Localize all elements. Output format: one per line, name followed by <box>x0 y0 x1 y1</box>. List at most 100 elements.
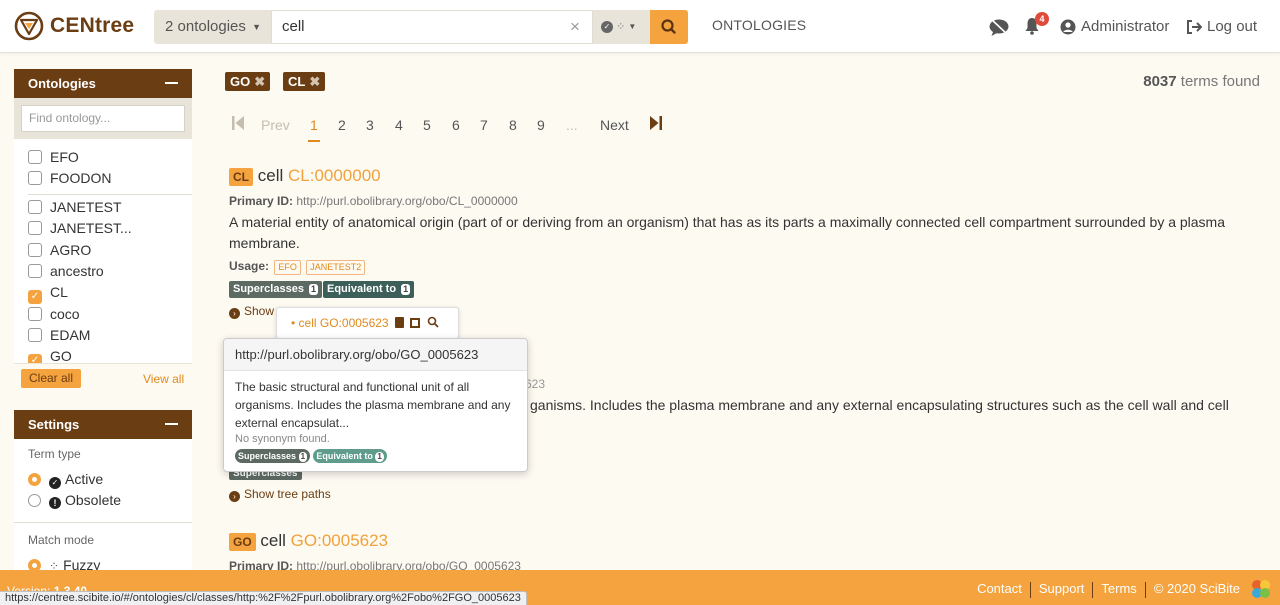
comments-button[interactable] <box>988 0 1010 53</box>
checkbox-icon[interactable] <box>28 200 42 214</box>
radio-selected-icon[interactable] <box>28 473 41 486</box>
remove-filter-icon[interactable]: ✖ <box>254 74 265 89</box>
ontology-item-janetest2[interactable]: JANETEST... <box>28 218 132 239</box>
search-input[interactable]: cell <box>271 10 593 44</box>
last-page-icon[interactable] <box>649 115 663 131</box>
pill-count: 1 <box>298 452 308 462</box>
checkbox-icon[interactable] <box>28 307 42 321</box>
page-6-button[interactable]: 6 <box>452 117 460 133</box>
page-7-button[interactable]: 7 <box>480 117 488 133</box>
footer-support-link[interactable]: Support <box>1039 581 1085 596</box>
user-menu[interactable]: Administrator <box>1060 0 1169 53</box>
ontology-item-agro[interactable]: AGRO <box>28 240 91 261</box>
scibite-logo-icon <box>1252 580 1270 598</box>
remove-filter-icon[interactable]: ✖ <box>309 74 320 89</box>
footer-terms-link[interactable]: Terms <box>1101 581 1136 596</box>
filter-chip-go[interactable]: GO ✖ <box>225 72 271 91</box>
usage-badge[interactable]: EFO <box>274 260 301 275</box>
search-button[interactable] <box>650 10 688 44</box>
result-label[interactable]: cell <box>260 531 286 550</box>
first-page-icon[interactable] <box>231 115 245 131</box>
ontology-item-label: GO <box>50 348 72 363</box>
show-tree-paths-link[interactable]: › Show tree paths <box>229 487 331 502</box>
page-9-button[interactable]: 9 <box>537 117 545 133</box>
next-page-button[interactable]: Next <box>600 117 629 133</box>
find-ontology-input[interactable]: Find ontology... <box>21 105 185 132</box>
checkbox-icon[interactable] <box>28 171 42 185</box>
ontologies-panel-header[interactable]: Ontologies <box>14 69 192 98</box>
ontology-item-efo[interactable]: EFO <box>28 147 79 168</box>
checkbox-icon[interactable] <box>28 243 42 257</box>
checkbox-checked-icon[interactable]: ✓ <box>28 290 42 304</box>
result-id[interactable]: CL:0000000 <box>288 166 381 185</box>
browser-status-url: https://centree.scibite.io/#/ontologies/… <box>0 591 527 605</box>
equivalent-popover: • cell GO:0005623 <box>276 307 459 339</box>
nav-ontologies-link[interactable]: ONTOLOGIES <box>712 17 806 33</box>
ontology-item-foodon[interactable]: FOODON <box>28 168 111 189</box>
show-tree-paths-link[interactable]: › Show <box>229 304 274 319</box>
equivalent-to-button[interactable]: Equivalent to 1 <box>323 281 415 298</box>
chevron-right-circle-icon: › <box>229 491 240 502</box>
ontology-item-label: EDAM <box>50 327 91 343</box>
ontology-item-cl[interactable]: ✓ CL <box>28 282 68 304</box>
logout-button[interactable]: Log out <box>1186 0 1257 53</box>
equivalent-item-link[interactable]: cell GO:0005623 <box>299 316 389 330</box>
brand[interactable]: CENtree <box>14 11 134 41</box>
checkbox-checked-icon[interactable]: ✓ <box>28 354 42 363</box>
collapse-minus-icon[interactable] <box>165 82 178 84</box>
clipboard-icon[interactable] <box>394 317 404 328</box>
tooltip-equivalent-pill: Equivalent to 1 <box>313 449 387 463</box>
ontology-list[interactable]: EFO FOODON JANETEST JANETEST... AGRO anc… <box>14 139 192 363</box>
ontology-selector-dropdown[interactable]: 2 ontologies ▼ <box>154 10 271 44</box>
ontology-item-coco[interactable]: coco <box>28 304 80 325</box>
ontology-item-janetest[interactable]: JANETEST <box>28 197 122 218</box>
page-4-button[interactable]: 4 <box>395 117 403 133</box>
search-mode-dropdown[interactable]: ✓ ⁘ ▼ <box>593 10 650 44</box>
footer-contact-link[interactable]: Contact <box>977 581 1022 596</box>
term-type-obsolete-option[interactable]: ! Obsolete <box>28 492 121 509</box>
radio-icon[interactable] <box>28 494 41 507</box>
superclasses-button[interactable]: Superclasses 1 <box>229 281 323 298</box>
top-navbar: CENtree 2 ontologies ▼ cell × ✓ ⁘ ▼ ONTO… <box>0 0 1280 53</box>
page-8-button[interactable]: 8 <box>509 117 517 133</box>
result-title[interactable]: GO cell GO:0005623 <box>229 531 388 551</box>
usage-label: Usage: <box>229 259 270 273</box>
checkbox-icon[interactable] <box>28 221 42 235</box>
notifications-button[interactable]: 4 <box>1024 0 1049 53</box>
sign-out-icon <box>1187 19 1202 34</box>
ontology-item-go[interactable]: ✓ GO <box>28 346 72 363</box>
page-1-button[interactable]: 1 <box>310 117 318 133</box>
ontology-item-label: CL <box>50 284 68 300</box>
tooltip-title: http://purl.obolibrary.org/obo/GO_000562… <box>224 339 527 371</box>
settings-panel-header[interactable]: Settings <box>14 410 192 439</box>
ontology-item-edam[interactable]: EDAM <box>28 325 90 346</box>
brand-name: CENtree <box>50 14 135 37</box>
search-icon[interactable] <box>427 316 439 328</box>
usage-badge[interactable]: JANETEST2 <box>306 260 366 275</box>
primary-id-value: http://purl.obolibrary.org/obo/CL_000000… <box>296 194 518 208</box>
prev-page-button[interactable]: Prev <box>261 117 290 133</box>
collapse-minus-icon[interactable] <box>165 423 178 425</box>
page-3-button[interactable]: 3 <box>366 117 374 133</box>
external-link-icon[interactable] <box>410 318 421 328</box>
clear-search-icon[interactable]: × <box>570 10 580 44</box>
term-type-active-option[interactable]: ✓ Active <box>28 471 103 489</box>
primary-id: Primary ID: http://purl.obolibrary.org/o… <box>229 194 518 208</box>
result-id[interactable]: GO:0005623 <box>291 531 388 550</box>
equivalent-count: 1 <box>401 284 411 295</box>
checkbox-icon[interactable] <box>28 150 42 164</box>
filter-chip-cl[interactable]: CL ✖ <box>283 72 326 91</box>
view-all-link[interactable]: View all <box>143 372 184 386</box>
page-2-button[interactable]: 2 <box>338 117 346 133</box>
checkbox-icon[interactable] <box>28 264 42 278</box>
ontology-item-label: FOODON <box>50 170 112 186</box>
user-name: Administrator <box>1081 18 1170 35</box>
ontology-item-ancestro[interactable]: ancestro <box>28 261 104 282</box>
checkbox-icon[interactable] <box>28 328 42 342</box>
result-title[interactable]: CL cell CL:0000000 <box>229 166 381 186</box>
option-label: Active <box>65 471 104 487</box>
clear-all-button[interactable]: Clear all <box>21 369 81 388</box>
page-5-button[interactable]: 5 <box>423 117 431 133</box>
result-label[interactable]: cell <box>258 166 284 185</box>
ontology-selector-label: 2 ontologies <box>165 18 246 35</box>
